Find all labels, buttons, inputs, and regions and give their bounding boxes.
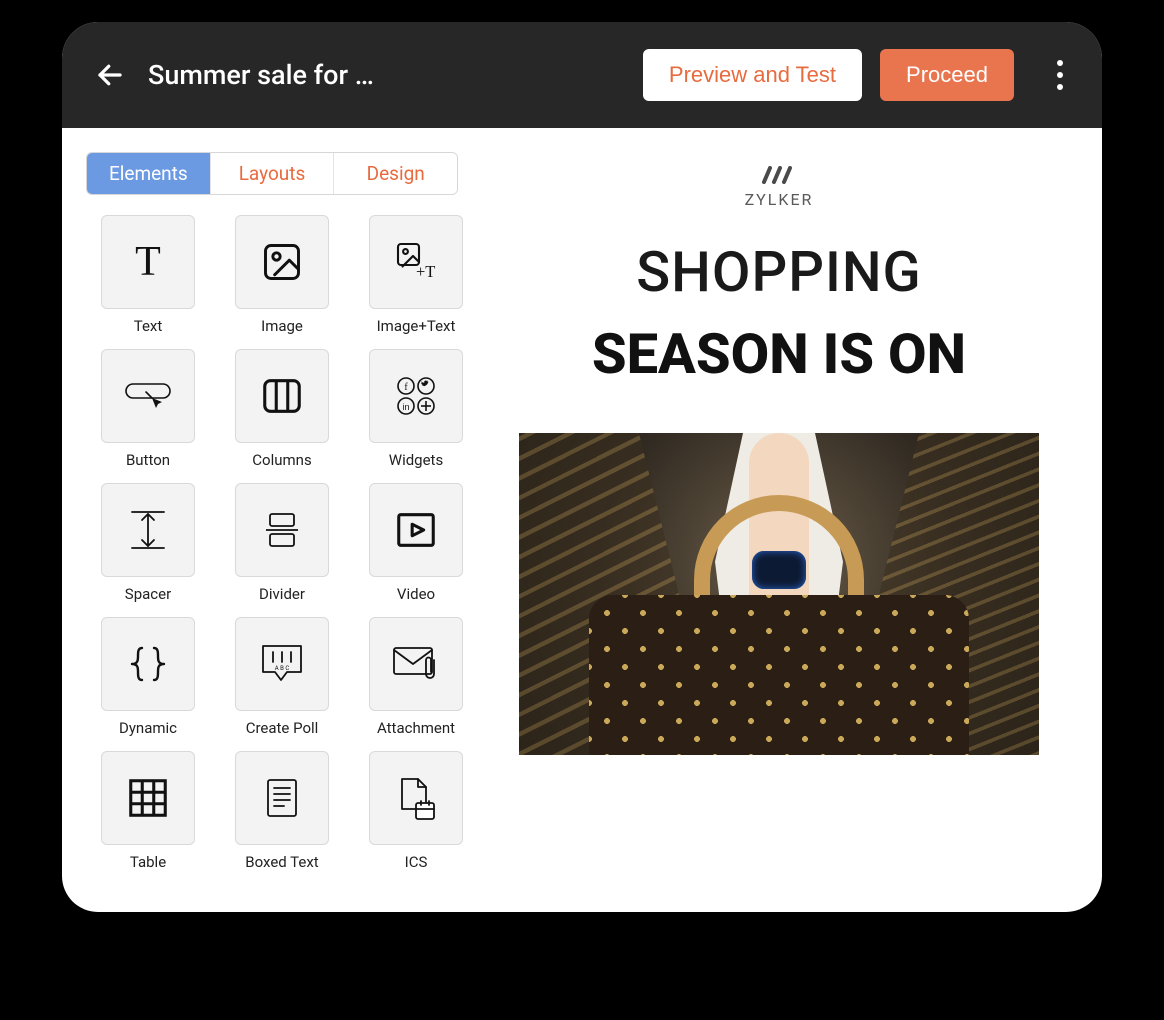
- element-table: Table: [98, 751, 198, 871]
- elements-grid: T Text Image +T: [62, 215, 482, 871]
- tab-elements[interactable]: Elements: [87, 153, 210, 194]
- brand-logo: ZYLKER: [745, 166, 814, 209]
- element-button-tile[interactable]: [101, 349, 195, 443]
- element-label: ICS: [405, 853, 428, 871]
- element-label: Video: [397, 585, 435, 603]
- element-label: Attachment: [377, 719, 455, 737]
- columns-icon: [259, 373, 305, 419]
- headline: SHOPPING SEASON IS ON: [592, 239, 966, 387]
- hero-image: [519, 433, 1039, 755]
- spacer-icon: [126, 506, 170, 554]
- button-icon: [122, 376, 174, 416]
- image-text-icon: +T: [392, 238, 440, 286]
- back-button[interactable]: [90, 55, 130, 95]
- element-spacer: Spacer: [98, 483, 198, 603]
- element-image-text: +T Image+Text: [366, 215, 466, 335]
- campaign-title: Summer sale for …: [148, 59, 374, 91]
- element-spacer-tile[interactable]: [101, 483, 195, 577]
- element-image: Image: [232, 215, 332, 335]
- element-label: Button: [126, 451, 170, 469]
- element-widgets: f in Widgets: [366, 349, 466, 469]
- svg-text:+T: +T: [416, 262, 435, 281]
- element-create-poll: A B C Create Poll: [232, 617, 332, 737]
- create-poll-icon: A B C: [257, 640, 307, 688]
- widgets-icon: f in: [392, 372, 440, 420]
- dot-icon: [1057, 84, 1063, 90]
- arrow-left-icon: [95, 60, 125, 90]
- element-label: Divider: [259, 585, 305, 603]
- brand-name: ZYLKER: [745, 190, 814, 209]
- element-text: T Text: [98, 215, 198, 335]
- element-label: Columns: [252, 451, 311, 469]
- element-attachment-tile[interactable]: [369, 617, 463, 711]
- element-divider: Divider: [232, 483, 332, 603]
- attachment-icon: [390, 642, 442, 686]
- element-image-tile[interactable]: [235, 215, 329, 309]
- email-canvas[interactable]: ZYLKER SHOPPING SEASON IS ON: [482, 128, 1102, 912]
- element-label: Widgets: [389, 451, 443, 469]
- preview-and-test-button[interactable]: Preview and Test: [643, 49, 862, 101]
- element-dynamic: Dynamic: [98, 617, 198, 737]
- element-label: Image: [261, 317, 303, 335]
- title-bar: Summer sale for … Preview and Test Proce…: [62, 22, 1102, 128]
- element-columns: Columns: [232, 349, 332, 469]
- element-boxed-text: Boxed Text: [232, 751, 332, 871]
- element-create-poll-tile[interactable]: A B C: [235, 617, 329, 711]
- dot-icon: [1057, 72, 1063, 78]
- sidebar: Elements Layouts Design T Text Image: [62, 128, 482, 912]
- element-video-tile[interactable]: [369, 483, 463, 577]
- table-icon: [125, 775, 171, 821]
- svg-text:f: f: [404, 382, 408, 393]
- element-text-tile[interactable]: T: [101, 215, 195, 309]
- more-menu-button[interactable]: [1040, 55, 1080, 95]
- dynamic-icon: [124, 640, 172, 688]
- video-icon: [393, 507, 439, 553]
- image-icon: [260, 240, 304, 284]
- element-video: Video: [366, 483, 466, 603]
- element-attachment: Attachment: [366, 617, 466, 737]
- svg-text:in: in: [402, 402, 409, 412]
- text-icon: T: [135, 238, 161, 286]
- element-dynamic-tile[interactable]: [101, 617, 195, 711]
- tab-design[interactable]: Design: [333, 153, 457, 194]
- headline-line2: SEASON IS ON: [592, 321, 966, 387]
- element-label: Text: [134, 317, 163, 335]
- sidebar-tabs: Elements Layouts Design: [86, 152, 458, 195]
- element-label: Image+Text: [377, 317, 456, 335]
- boxed-text-icon: [260, 774, 304, 822]
- element-divider-tile[interactable]: [235, 483, 329, 577]
- element-columns-tile[interactable]: [235, 349, 329, 443]
- element-label: Table: [130, 853, 166, 871]
- element-label: Dynamic: [119, 719, 177, 737]
- tab-layouts[interactable]: Layouts: [210, 153, 334, 194]
- element-label: Boxed Text: [245, 853, 318, 871]
- element-button: Button: [98, 349, 198, 469]
- slash-icon: [762, 166, 796, 184]
- dot-icon: [1057, 60, 1063, 66]
- element-image-text-tile[interactable]: +T: [369, 215, 463, 309]
- element-widgets-tile[interactable]: f in: [369, 349, 463, 443]
- element-boxed-text-tile[interactable]: [235, 751, 329, 845]
- headline-line1: SHOPPING: [592, 239, 966, 305]
- brand-logo-mark: [762, 166, 796, 184]
- element-label: Spacer: [125, 585, 171, 603]
- proceed-button[interactable]: Proceed: [880, 49, 1014, 101]
- divider-icon: [260, 506, 304, 554]
- editor-body: Elements Layouts Design T Text Image: [62, 128, 1102, 912]
- element-ics-tile[interactable]: [369, 751, 463, 845]
- element-ics: ICS: [366, 751, 466, 871]
- element-table-tile[interactable]: [101, 751, 195, 845]
- ics-icon: [392, 773, 440, 823]
- svg-text:A B C: A B C: [275, 665, 290, 672]
- element-label: Create Poll: [246, 719, 319, 737]
- editor-window: Summer sale for … Preview and Test Proce…: [62, 22, 1102, 912]
